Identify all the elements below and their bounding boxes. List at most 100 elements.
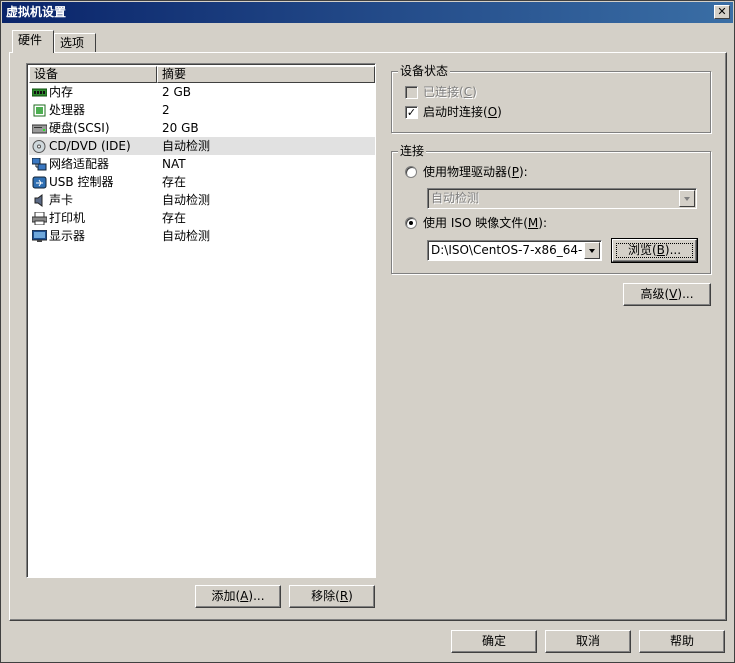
device-cell: 网络适配器 — [29, 155, 159, 173]
remove-label-a: 移除( — [311, 589, 340, 603]
device-row[interactable]: CD/DVD (IDE) 自动检测 — [29, 137, 375, 155]
summary-cell: 存在 — [162, 211, 187, 225]
device-name: 内存 — [49, 85, 74, 99]
device-name: USB 控制器 — [49, 175, 114, 189]
device-cell: 打印机 — [29, 209, 159, 227]
physical-drive-value: 自动检测 — [431, 191, 480, 205]
summary-cell: 20 GB — [162, 121, 199, 135]
summary-cell: 自动检测 — [162, 229, 211, 243]
device-row[interactable]: 内存 2 GB — [29, 83, 375, 101]
device-row[interactable]: 打印机 存在 — [29, 209, 375, 227]
memory-icon — [31, 86, 48, 99]
focus-ring — [616, 243, 693, 258]
tab-hardware[interactable]: 硬件 — [12, 30, 54, 53]
summary-cell: 存在 — [162, 175, 187, 189]
connection-group: 连接 使用物理驱动器(P): 自动检测 使用 ISO 映像文件(M): D:\I… — [391, 144, 711, 274]
device-name: 硬盘(SCSI) — [49, 121, 110, 135]
device-row[interactable]: 声卡 自动检测 — [29, 191, 375, 209]
power-on-text: 启动时连接( — [423, 105, 488, 119]
connect-at-power-on-checkbox[interactable]: ✓ — [405, 106, 418, 119]
cd-dvd-icon — [32, 139, 47, 153]
device-name: 显示器 — [49, 229, 86, 243]
iso-text: 使用 ISO 映像文件( — [423, 216, 528, 230]
connection-legend: 连接 — [398, 144, 427, 158]
device-row[interactable]: 硬盘(SCSI) 20 GB — [29, 119, 375, 137]
advanced-button[interactable]: 高级(V)... — [623, 283, 711, 306]
remove-label-key: R — [339, 589, 349, 603]
connected-label: 已连接(C) — [423, 85, 477, 99]
device-cell: 声卡 — [29, 191, 159, 209]
device-status-legend: 设备状态 — [398, 64, 451, 78]
power-on-rest: ) — [497, 105, 502, 119]
device-name: 处理器 — [49, 103, 86, 117]
iso-path-input[interactable]: D:\ISO\CentOS-7-x86_64-D — [427, 240, 602, 261]
device-row[interactable]: 处理器 2 — [29, 101, 375, 119]
device-row[interactable]: 网络适配器 NAT — [29, 155, 375, 173]
advanced-text: 高级( — [640, 287, 670, 301]
physical-text: 使用物理驱动器( — [423, 165, 512, 179]
column-header-summary[interactable]: 摘要 — [157, 66, 375, 83]
iso-key: M — [527, 216, 539, 230]
chevron-down-icon[interactable] — [679, 190, 695, 207]
chevron-down-icon[interactable] — [584, 242, 600, 259]
summary-cell: 2 — [162, 103, 170, 117]
device-name: 打印机 — [49, 211, 86, 225]
connected-checkbox[interactable] — [405, 86, 418, 99]
help-button[interactable]: 帮助 — [639, 630, 725, 653]
cancel-button[interactable]: 取消 — [545, 630, 631, 653]
help-label: 帮助 — [669, 634, 694, 648]
radio-selected-dot — [409, 221, 413, 225]
browse-button[interactable]: 浏览(B)... — [611, 238, 698, 263]
advanced-rest: )... — [677, 287, 694, 301]
device-name: 网络适配器 — [49, 157, 110, 171]
add-device-button[interactable]: 添加(A)... — [195, 585, 281, 608]
processor-icon — [32, 104, 47, 117]
iso-path-value: D:\ISO\CentOS-7-x86_64-D — [431, 243, 583, 257]
printer-icon — [31, 211, 48, 225]
tab-options[interactable]: 选项 — [54, 33, 96, 52]
usb-controller-icon — [32, 176, 47, 189]
connect-at-power-on-label: 启动时连接(O) — [423, 105, 502, 119]
network-adapter-icon — [31, 157, 47, 171]
connected-text: 已连接( — [423, 85, 464, 99]
ok-button[interactable]: 确定 — [451, 630, 537, 653]
close-button[interactable]: ✕ — [714, 5, 730, 19]
physical-key: P — [511, 165, 519, 179]
device-list-header: 设备 摘要 — [29, 66, 375, 83]
vm-settings-dialog: 虚拟机设置 ✕ 硬件 选项 设备 摘要 内存 2 GB 处理器 2 硬盘(SCSI) 20… — [0, 0, 735, 663]
hard-disk-icon — [31, 122, 48, 135]
cancel-label: 取消 — [575, 634, 600, 648]
device-cell: 显示器 — [29, 227, 159, 245]
physical-drive-label: 使用物理驱动器(P): — [423, 165, 528, 179]
device-row[interactable]: 显示器 自动检测 — [29, 227, 375, 245]
summary-cell: 2 GB — [162, 85, 191, 99]
device-row[interactable]: USB 控制器 存在 — [29, 173, 375, 191]
device-cell: CD/DVD (IDE) — [29, 137, 159, 155]
connected-rest: ) — [472, 85, 477, 99]
column-header-device[interactable]: 设备 — [29, 66, 157, 83]
device-name: CD/DVD (IDE) — [49, 139, 131, 153]
summary-cell: NAT — [162, 157, 186, 171]
add-label-a: 添加( — [211, 589, 241, 603]
tab-hardware-label: 硬件 — [18, 33, 43, 47]
remove-label-b: ) — [348, 589, 353, 603]
tab-options-label: 选项 — [60, 36, 85, 50]
physical-drive-radio[interactable] — [405, 166, 417, 178]
device-cell: 硬盘(SCSI) — [29, 119, 159, 137]
display-icon — [31, 229, 48, 243]
device-name: 声卡 — [49, 193, 74, 207]
window-title: 虚拟机设置 — [6, 5, 67, 19]
add-label-b: )... — [248, 589, 265, 603]
device-cell: 处理器 — [29, 101, 159, 119]
device-list[interactable]: 设备 摘要 内存 2 GB 处理器 2 硬盘(SCSI) 20 GB CD/DVD (IDE… — [26, 63, 376, 578]
physical-drive-select[interactable]: 自动检测 — [427, 188, 697, 209]
title-bar[interactable]: 虚拟机设置 ✕ — [2, 2, 733, 23]
power-on-key: O — [487, 105, 498, 119]
iso-image-radio[interactable] — [405, 217, 417, 229]
close-icon: ✕ — [717, 5, 727, 18]
summary-cell: 自动检测 — [162, 139, 211, 153]
remove-device-button[interactable]: 移除(R) — [289, 585, 375, 608]
device-cell: USB 控制器 — [29, 173, 159, 191]
iso-image-label: 使用 ISO 映像文件(M): — [423, 216, 547, 230]
summary-cell: 自动检测 — [162, 193, 211, 207]
